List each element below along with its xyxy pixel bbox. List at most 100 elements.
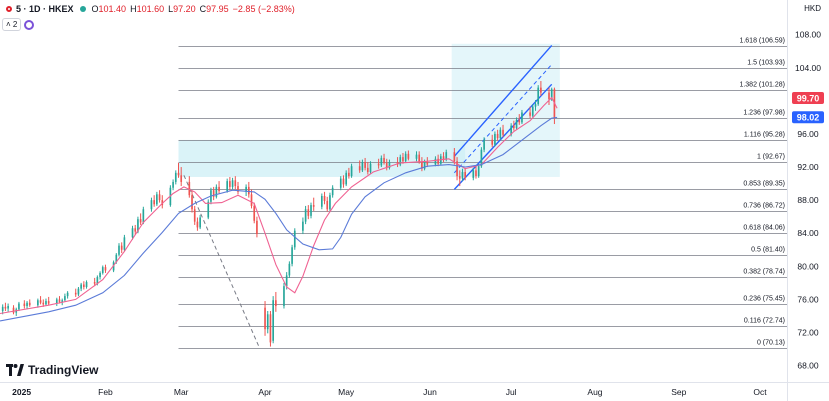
fib-level-label: 0.5 (81.40) [751, 247, 785, 254]
candle-body [207, 201, 210, 218]
close-value: 97.95 [206, 3, 229, 14]
fib-level-label: 0.736 (86.72) [743, 203, 785, 210]
candle-body [529, 112, 531, 116]
time-tick-label: Oct [753, 387, 767, 397]
candle-body [540, 87, 542, 93]
candle-body [215, 186, 218, 197]
time-tick-label: Jul [506, 387, 517, 397]
fib-zone-layer [178, 43, 560, 177]
candle-body [323, 196, 326, 201]
candle-body [377, 163, 380, 166]
candle-body [120, 245, 123, 250]
candle-body [4, 306, 7, 309]
candle-body [47, 301, 50, 304]
candle-body [342, 178, 345, 185]
candle-body [339, 178, 342, 188]
candle-body [191, 195, 193, 210]
symbol-header: 5 · 1D · HKEX O101.40 H101.60 L97.20 C97… [0, 0, 295, 17]
candle-body [264, 307, 266, 330]
candle-body [77, 288, 80, 295]
candle-body [158, 194, 161, 201]
candle-body [494, 133, 496, 145]
price-tick-label: 68.00 [797, 361, 819, 371]
candle-body [364, 162, 366, 168]
candle-body [139, 219, 142, 223]
tradingview-mark-icon [6, 364, 24, 376]
fib-level-label: 0.236 (75.45) [743, 296, 785, 303]
high-value: 101.60 [136, 3, 165, 14]
candle-body [80, 284, 82, 289]
candle-body [291, 247, 293, 264]
candle-body [499, 129, 502, 139]
ohlc-readout: O101.40 H101.60 L97.20 C97.95 −2.85 (−2.… [92, 4, 295, 14]
candle-body [23, 303, 26, 307]
candle-body [475, 170, 477, 177]
time-tick-label: Mar [174, 387, 189, 397]
candle-body [269, 314, 272, 343]
candle-body [548, 92, 550, 100]
candle-body [37, 300, 39, 306]
candle-body [253, 205, 256, 221]
time-tick-label: Jun [423, 387, 437, 397]
candle-body [283, 286, 285, 307]
price-chart[interactable]: 1.618 (106.59) 1.5 (103.93) 1.382 (101.28)… [0, 0, 829, 401]
candle-body [250, 194, 253, 206]
candle-body [496, 133, 499, 139]
candle-body [326, 200, 329, 210]
candle-body [174, 172, 177, 182]
candle-body [402, 157, 404, 162]
candle-body [85, 282, 88, 287]
candle-body [534, 104, 537, 107]
candle-body [345, 172, 348, 185]
logo-text: TradingView [28, 363, 99, 377]
fib-level-label: 1.5 (103.93) [747, 60, 785, 67]
candle-body [83, 284, 85, 287]
fib-level-label: 0.618 (84.06) [743, 225, 785, 232]
low-value: 97.20 [173, 3, 196, 14]
indicators-toggle-button[interactable]: ˄ 2 [2, 18, 22, 31]
ma-price-label: 98.02 [797, 113, 820, 123]
currency-label[interactable]: HKD [804, 4, 821, 13]
candle-body [453, 152, 456, 162]
candle-body [1, 306, 4, 311]
candle-body [134, 228, 137, 232]
candle-body [231, 180, 234, 187]
candle-body [404, 153, 407, 162]
candle-body [229, 181, 231, 187]
price-tick-label: 108.00 [795, 30, 821, 40]
indicator-settings-icon[interactable] [24, 19, 35, 30]
candle-body [104, 267, 107, 271]
candle-body [99, 272, 101, 278]
candle-body [272, 300, 274, 341]
price-tick-label: 76.00 [797, 294, 819, 304]
fib-level-label: 1.236 (97.98) [743, 110, 785, 117]
candle-body [101, 267, 104, 273]
candle-body [415, 154, 418, 159]
candle-body [320, 196, 323, 207]
price-tick-label: 96.00 [797, 129, 819, 139]
price-tick-label: 104.00 [795, 63, 821, 73]
candle-body [348, 172, 350, 177]
candle-body [515, 119, 518, 129]
candle-body [180, 175, 183, 182]
candle-body [150, 200, 153, 210]
candle-body [45, 301, 47, 305]
candle-body [418, 154, 421, 163]
candle-body [58, 299, 61, 302]
candle-body [275, 300, 277, 307]
candle-body [226, 181, 229, 192]
fib-level-label: 1.618 (106.59) [739, 38, 785, 45]
candle-body [310, 205, 312, 216]
indicator-count: 2 [12, 20, 18, 29]
collapse-chevron-icon: ˄ [6, 20, 11, 29]
tradingview-logo[interactable]: TradingView [6, 363, 98, 377]
candle-body [39, 300, 42, 303]
candle-body [464, 172, 467, 178]
candle-body [350, 166, 353, 177]
candle-body [458, 176, 461, 179]
candle-body [513, 125, 515, 129]
candle-body [369, 163, 372, 173]
symbol-block[interactable]: 5 · 1D · HKEX [0, 4, 86, 14]
candle-body [383, 157, 385, 163]
time-tick-label: 2025 [12, 387, 31, 397]
